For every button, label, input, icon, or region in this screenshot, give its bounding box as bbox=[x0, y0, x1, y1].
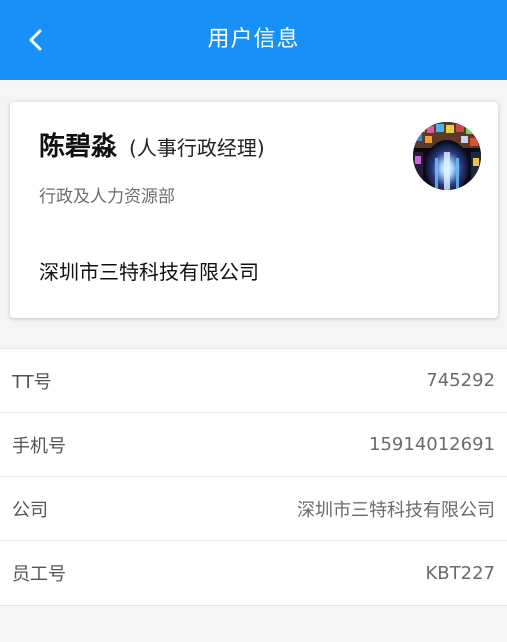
info-label: 员工号 bbox=[12, 564, 66, 585]
user-info-screen: 用户信息 陈碧淼 (人事行政经理) 行政及人力资源部 深圳市三特科技有限公司 T… bbox=[0, 0, 507, 642]
chevron-left-icon bbox=[29, 29, 42, 51]
back-button[interactable] bbox=[18, 22, 54, 58]
info-value: KBT227 bbox=[425, 562, 495, 584]
info-row-company: 公司 深圳市三特科技有限公司 bbox=[0, 477, 507, 541]
avatar[interactable] bbox=[413, 122, 481, 190]
avatar-image bbox=[413, 122, 481, 190]
profile-card: 陈碧淼 (人事行政经理) 行政及人力资源部 深圳市三特科技有限公司 bbox=[10, 102, 498, 318]
info-label: 公司 bbox=[12, 499, 48, 521]
top-bar: 用户信息 bbox=[0, 0, 507, 80]
user-position: (人事行政经理) bbox=[129, 136, 265, 160]
info-list: TT号 745292 手机号 15914012691 公司 深圳市三特科技有限公… bbox=[0, 348, 507, 606]
name-row: 陈碧淼 (人事行政经理) bbox=[39, 126, 265, 163]
info-label: TT号 bbox=[12, 371, 52, 393]
info-label: 手机号 bbox=[12, 435, 66, 457]
info-value: 深圳市三特科技有限公司 bbox=[297, 499, 495, 521]
info-row-tt: TT号 745292 bbox=[0, 349, 507, 413]
user-name: 陈碧淼 bbox=[39, 132, 118, 162]
page-title: 用户信息 bbox=[207, 27, 300, 52]
info-value: 745292 bbox=[426, 370, 495, 391]
user-department: 行政及人力资源部 bbox=[39, 187, 175, 207]
info-value: 15914012691 bbox=[369, 434, 495, 455]
info-row-phone[interactable]: 手机号 15914012691 bbox=[0, 413, 507, 477]
info-row-employee-id: 员工号 KBT227 bbox=[0, 541, 507, 605]
user-company: 深圳市三特科技有限公司 bbox=[39, 260, 259, 284]
